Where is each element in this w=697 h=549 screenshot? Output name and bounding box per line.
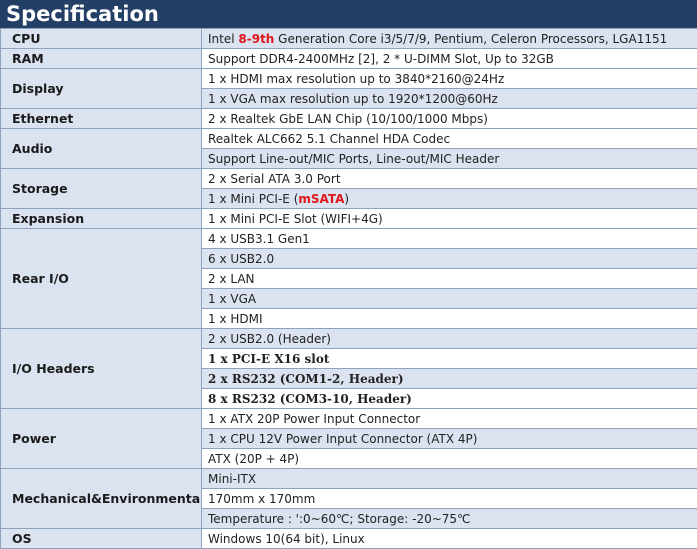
table-row: I/O Headers 2 x USB2.0 (Header) <box>0 328 697 409</box>
spec-value-display: 1 x HDMI max resolution up to 3840*2160@… <box>201 68 697 89</box>
spec-label-cpu: CPU <box>0 28 202 49</box>
spec-label-audio: Audio <box>0 128 202 169</box>
storage-suffix: ) <box>344 191 350 206</box>
table-row: Audio Realtek ALC662 5.1 Channel HDA Cod… <box>0 128 697 169</box>
spec-value-rear-io: 4 x USB3.1 Gen1 <box>201 228 697 249</box>
spec-label-power: Power <box>0 408 202 469</box>
spec-label-display: Display <box>0 68 202 109</box>
spec-value-cpu: Intel 8-9th Generation Core i3/5/7/9, Pe… <box>201 28 697 49</box>
cpu-prefix: Intel <box>208 31 239 46</box>
table-row: Ethernet 2 x Realtek GbE LAN Chip (10/10… <box>0 108 697 129</box>
cpu-suffix: Generation Core i3/5/7/9, Pentium, Celer… <box>274 31 668 46</box>
spec-value-audio: Support Line-out/MIC Ports, Line-out/MIC… <box>201 148 697 169</box>
spec-table: CPU Intel 8-9th Generation Core i3/5/7/9… <box>0 28 697 549</box>
table-row: OS Windows 10(64 bit), Linux <box>0 528 697 549</box>
cpu-highlight: 8-9th <box>238 31 275 46</box>
spec-value-io-headers: 2 x USB2.0 (Header) <box>201 328 697 349</box>
spec-value-expansion: 1 x Mini PCI-E Slot (WIFI+4G) <box>201 208 697 229</box>
spec-value-mechanical: Temperature : ':0~60℃; Storage: -20~75℃ <box>201 508 697 529</box>
spec-label-rear-io: Rear I/O <box>0 228 202 329</box>
spec-value-storage: 2 x Serial ATA 3.0 Port <box>201 168 697 189</box>
spec-value-rear-io: 1 x VGA <box>201 288 697 309</box>
spec-label-io-headers: I/O Headers <box>0 328 202 409</box>
spec-value-power: 1 x ATX 20P Power Input Connector <box>201 408 697 429</box>
spec-value-audio: Realtek ALC662 5.1 Channel HDA Codec <box>201 128 697 149</box>
spec-value-ethernet: 2 x Realtek GbE LAN Chip (10/100/1000 Mb… <box>201 108 697 129</box>
spec-value-rear-io: 1 x HDMI <box>201 308 697 329</box>
spec-label-expansion: Expansion <box>0 208 202 229</box>
spec-label-ram: RAM <box>0 48 202 69</box>
spec-value-rear-io: 6 x USB2.0 <box>201 248 697 269</box>
table-row: Storage 2 x Serial ATA 3.0 Port <box>0 168 697 209</box>
storage-highlight: mSATA <box>298 191 345 206</box>
storage-prefix: 1 x Mini PCI-E ( <box>208 191 299 206</box>
spec-value-ram: Support DDR4-2400MHz [2], 2 * U-DIMM Slo… <box>201 48 697 69</box>
table-row: Expansion 1 x Mini PCI-E Slot (WIFI+4G) <box>0 208 697 229</box>
spec-value-mechanical: Mini-ITX <box>201 468 697 489</box>
spec-value-io-headers: 1 x PCI-E X16 slot <box>201 348 697 369</box>
page-title: Specification <box>0 0 697 28</box>
table-row: Rear I/O 4 x USB3.1 Gen1 <box>0 228 697 329</box>
spec-value-power: ATX (20P + 4P) <box>201 448 697 469</box>
table-row: Display 1 x HDMI max resolution up to 38… <box>0 68 697 109</box>
spec-label-mechanical: Mechanical&Environmental <box>0 468 202 529</box>
table-row: Power 1 x ATX 20P Power Input Connector <box>0 408 697 469</box>
spec-label-os: OS <box>0 528 202 549</box>
table-row: Mechanical&Environmental Mini-ITX <box>0 468 697 529</box>
spec-value-power: 1 x CPU 12V Power Input Connector (ATX 4… <box>201 428 697 449</box>
spec-value-rear-io: 2 x LAN <box>201 268 697 289</box>
spec-value-io-headers: 8 x RS232 (COM3-10, Header) <box>201 388 697 409</box>
spec-label-storage: Storage <box>0 168 202 209</box>
spec-label-ethernet: Ethernet <box>0 108 202 129</box>
table-row: RAM Support DDR4-2400MHz [2], 2 * U-DIMM… <box>0 48 697 69</box>
spec-value-mechanical: 170mm x 170mm <box>201 488 697 509</box>
spec-value-os: Windows 10(64 bit), Linux <box>201 528 697 549</box>
spec-value-display: 1 x VGA max resolution up to 1920*1200@6… <box>201 88 697 109</box>
spec-value-storage: 1 x Mini PCI-E (mSATA) <box>201 188 697 209</box>
spec-value-io-headers: 2 x RS232 (COM1-2, Header) <box>201 368 697 389</box>
table-row: CPU Intel 8-9th Generation Core i3/5/7/9… <box>0 28 697 49</box>
